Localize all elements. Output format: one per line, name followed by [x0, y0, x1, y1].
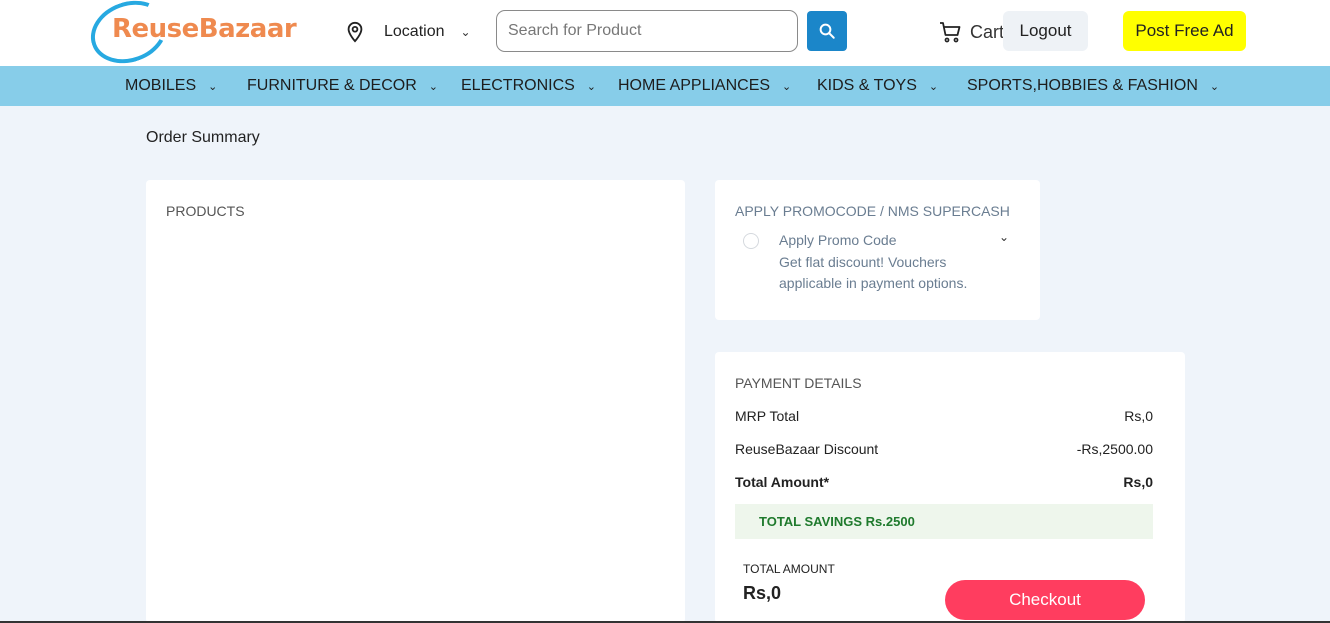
row-label: MRP Total — [735, 408, 800, 424]
chevron-down-icon: ⌄ — [586, 80, 597, 93]
promo-heading: APPLY PROMOCODE / NMS SUPERCASH — [735, 203, 1010, 219]
nav-item-label: HOME APPLIANCES — [618, 77, 771, 94]
nav-item-label: ELECTRONICS — [461, 77, 575, 94]
row-value: Rs,0 — [1124, 408, 1153, 424]
payment-details-panel: PAYMENT DETAILS MRP Total Rs,0 ReuseBaza… — [715, 352, 1185, 623]
header: ReuseBazaar Location ⌄ Cart Logout Post … — [0, 0, 1330, 74]
nav-item-label: KIDS & TOYS — [817, 77, 917, 94]
row-label: Total Amount* — [735, 474, 830, 490]
logo-text: ReuseBazaar — [112, 14, 297, 44]
cart-label: Cart — [970, 21, 1005, 42]
discount-row: ReuseBazaar Discount -Rs,2500.00 — [735, 441, 1153, 457]
mrp-total-row: MRP Total Rs,0 — [735, 408, 1153, 424]
chevron-down-icon: ⌄ — [428, 80, 438, 93]
promo-option-title: Apply Promo Code — [779, 232, 897, 248]
products-panel: PRODUCTS — [146, 180, 685, 623]
chevron-down-icon: ⌄ — [928, 80, 939, 93]
page-title: Order Summary — [146, 129, 260, 146]
logout-button[interactable]: Logout — [1003, 11, 1088, 51]
payment-heading: PAYMENT DETAILS — [735, 375, 862, 391]
search-button[interactable] — [807, 11, 847, 51]
nav-item-mobiles[interactable]: MOBILES ⌄ — [125, 66, 217, 106]
promo-radio[interactable] — [743, 233, 759, 249]
chevron-down-icon: ⌄ — [460, 25, 471, 39]
category-nav: MOBILES ⌄ FURNITURE & DECOR ⌄ ELECTRONIC… — [0, 66, 1330, 106]
nav-item-label: MOBILES — [125, 77, 197, 94]
location-label: Location — [384, 23, 445, 40]
total-amount-value: Rs,0 — [743, 583, 782, 603]
nav-item-home-appliances[interactable]: HOME APPLIANCES ⌄ — [618, 66, 791, 106]
cart-link[interactable]: Cart — [938, 18, 1004, 46]
chevron-down-icon[interactable]: ⌄ — [999, 230, 1009, 244]
nav-item-furniture-decor[interactable]: FURNITURE & DECOR ⌄ — [247, 66, 438, 106]
chevron-down-icon: ⌄ — [782, 80, 792, 93]
cart-icon — [940, 22, 961, 43]
nav-item-label: FURNITURE & DECOR — [247, 77, 417, 94]
products-heading: PRODUCTS — [166, 203, 245, 219]
post-free-ad-button[interactable]: Post Free Ad — [1123, 11, 1246, 51]
total-savings-banner: TOTAL SAVINGS Rs.2500 — [735, 504, 1153, 539]
row-value: Rs,0 — [1123, 474, 1153, 490]
map-pin-icon — [347, 21, 363, 43]
search-icon — [819, 23, 835, 39]
logo[interactable]: ReuseBazaar — [82, 0, 297, 74]
promo-option-description: Get flat discount! Vouchers applicable i… — [779, 254, 968, 291]
total-amount-row: Total Amount* Rs,0 — [735, 474, 1153, 490]
row-value: -Rs,2500.00 — [1076, 441, 1153, 457]
chevron-down-icon: ⌄ — [1209, 80, 1220, 93]
location-selector[interactable]: Location ⌄ — [344, 18, 471, 46]
nav-item-sports-hobbies-fashion[interactable]: SPORTS,HOBBIES & FASHION ⌄ — [967, 66, 1219, 106]
nav-item-label: SPORTS,HOBBIES & FASHION — [967, 77, 1198, 94]
row-label: ReuseBazaar Discount — [735, 441, 879, 457]
checkout-button[interactable]: Checkout — [945, 580, 1145, 620]
nav-item-electronics[interactable]: ELECTRONICS ⌄ — [461, 66, 596, 106]
promo-panel: APPLY PROMOCODE / NMS SUPERCASH Apply Pr… — [715, 180, 1040, 320]
search-input[interactable] — [496, 10, 798, 52]
nav-item-kids-toys[interactable]: KIDS & TOYS ⌄ — [817, 66, 938, 106]
total-amount-label: TOTAL AMOUNT — [743, 562, 835, 576]
chevron-down-icon: ⌄ — [208, 80, 218, 93]
